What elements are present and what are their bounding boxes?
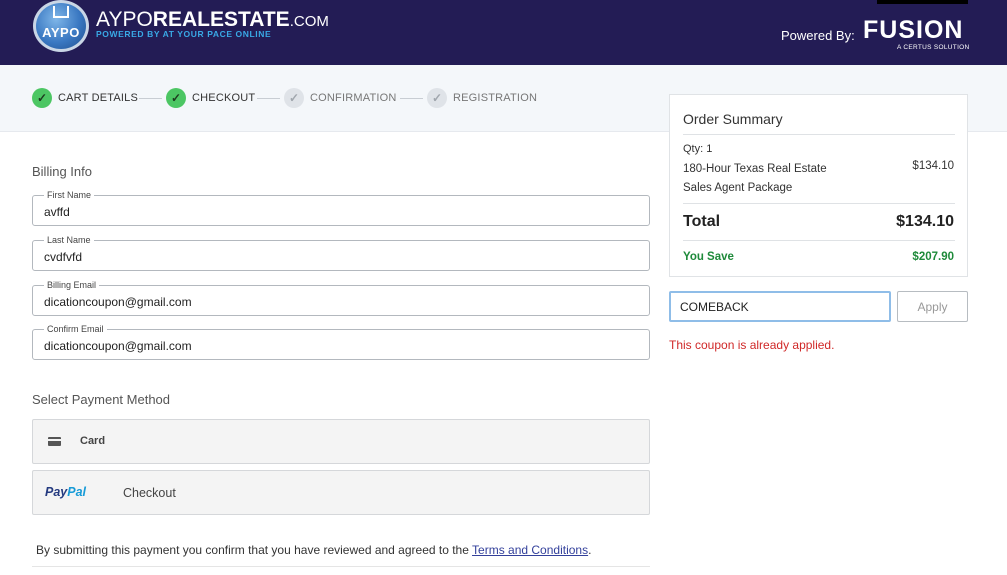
divider xyxy=(32,566,650,567)
you-save-label: You Save xyxy=(683,251,734,263)
brand-tagline: POWERED BY AT YOUR PACE ONLINE xyxy=(96,29,272,39)
field-value[interactable]: cvdfvfd xyxy=(44,250,82,264)
aypo-logo-badge[interactable]: AYPO xyxy=(33,0,89,52)
step-label: CART DETAILS xyxy=(58,92,139,104)
order-summary-title: Order Summary xyxy=(683,111,783,127)
terms-link[interactable]: Terms and Conditions xyxy=(472,543,588,557)
you-save-value: $207.90 xyxy=(912,251,954,263)
terms-prefix: By submitting this payment you confirm t… xyxy=(36,543,473,557)
step-connector xyxy=(400,98,423,99)
step-connector xyxy=(257,98,280,99)
billing-email-field[interactable]: Billing Email dicationcoupon@gmail.com xyxy=(32,280,650,316)
terms-suffix: . xyxy=(588,543,592,557)
header-tab-stub xyxy=(877,0,968,4)
step-registration: ✓ REGISTRATION xyxy=(427,88,537,108)
check-icon: ✓ xyxy=(427,88,447,108)
check-icon: ✓ xyxy=(32,88,52,108)
field-label: First Name xyxy=(44,190,95,200)
check-icon: ✓ xyxy=(284,88,304,108)
total-label: Total xyxy=(683,213,721,230)
powered-by-label: Powered By: xyxy=(781,28,855,43)
credit-card-icon xyxy=(48,437,61,446)
paypal-payment-option[interactable]: PayPal Checkout xyxy=(32,470,650,515)
coupon-input[interactable] xyxy=(669,291,891,322)
brand-main: REALESTATE xyxy=(152,8,290,31)
step-confirmation: ✓ CONFIRMATION xyxy=(284,88,397,108)
order-summary: Order Summary Qty: 1 180-Hour Texas Real… xyxy=(669,94,968,277)
confirm-email-field[interactable]: Confirm Email dicationcoupon@gmail.com xyxy=(32,324,650,360)
terms-notice: By submitting this payment you confirm t… xyxy=(36,543,591,557)
coupon-error-message: This coupon is already applied. xyxy=(669,338,835,352)
field-label: Confirm Email xyxy=(44,324,107,334)
step-label: CONFIRMATION xyxy=(310,92,397,104)
total-value: $134.10 xyxy=(896,213,954,230)
paypal-pal: Pal xyxy=(67,485,87,499)
house-icon xyxy=(53,6,69,18)
divider xyxy=(683,134,955,135)
paypal-logo: PayPal xyxy=(45,485,86,499)
step-connector xyxy=(139,98,162,99)
field-value[interactable]: avffd xyxy=(44,205,70,219)
billing-info-title: Billing Info xyxy=(32,164,92,179)
first-name-field[interactable]: First Name avffd xyxy=(32,190,650,226)
field-value[interactable]: dicationcoupon@gmail.com xyxy=(44,295,192,309)
field-label: Last Name xyxy=(44,235,94,245)
brand-prefix: AYPO xyxy=(96,8,153,31)
step-cart-details: ✓ CART DETAILS xyxy=(32,88,138,108)
card-option-label: Card xyxy=(80,435,106,447)
item-qty: Qty: 1 xyxy=(683,143,713,155)
check-icon: ✓ xyxy=(166,88,186,108)
field-label: Billing Email xyxy=(44,280,100,290)
item-price: $134.10 xyxy=(912,160,954,172)
card-payment-option[interactable]: Card xyxy=(32,419,650,464)
divider xyxy=(683,203,955,204)
fusion-logo: FUSION xyxy=(863,16,964,44)
step-label: CHECKOUT xyxy=(192,92,256,104)
divider xyxy=(683,240,955,241)
paypal-pay: Pay xyxy=(45,485,68,499)
payment-method-title: Select Payment Method xyxy=(32,392,171,407)
apply-coupon-button[interactable]: Apply xyxy=(897,291,968,322)
field-value[interactable]: dicationcoupon@gmail.com xyxy=(44,339,192,353)
logo-badge-text: AYPO xyxy=(42,24,80,40)
step-label: REGISTRATION xyxy=(453,92,538,104)
site-header: AYPO AYPOREALESTATE.COM POWERED BY AT YO… xyxy=(0,0,1007,65)
item-name: 180-Hour Texas Real Estate Sales Agent P… xyxy=(683,163,827,194)
last-name-field[interactable]: Last Name cvdfvfd xyxy=(32,235,650,271)
paypal-checkout-label: Checkout xyxy=(123,486,176,500)
certus-tagline: A CERTUS SOLUTION xyxy=(897,44,970,51)
brand-suffix: .COM xyxy=(289,13,329,30)
step-checkout: ✓ CHECKOUT xyxy=(166,88,255,108)
